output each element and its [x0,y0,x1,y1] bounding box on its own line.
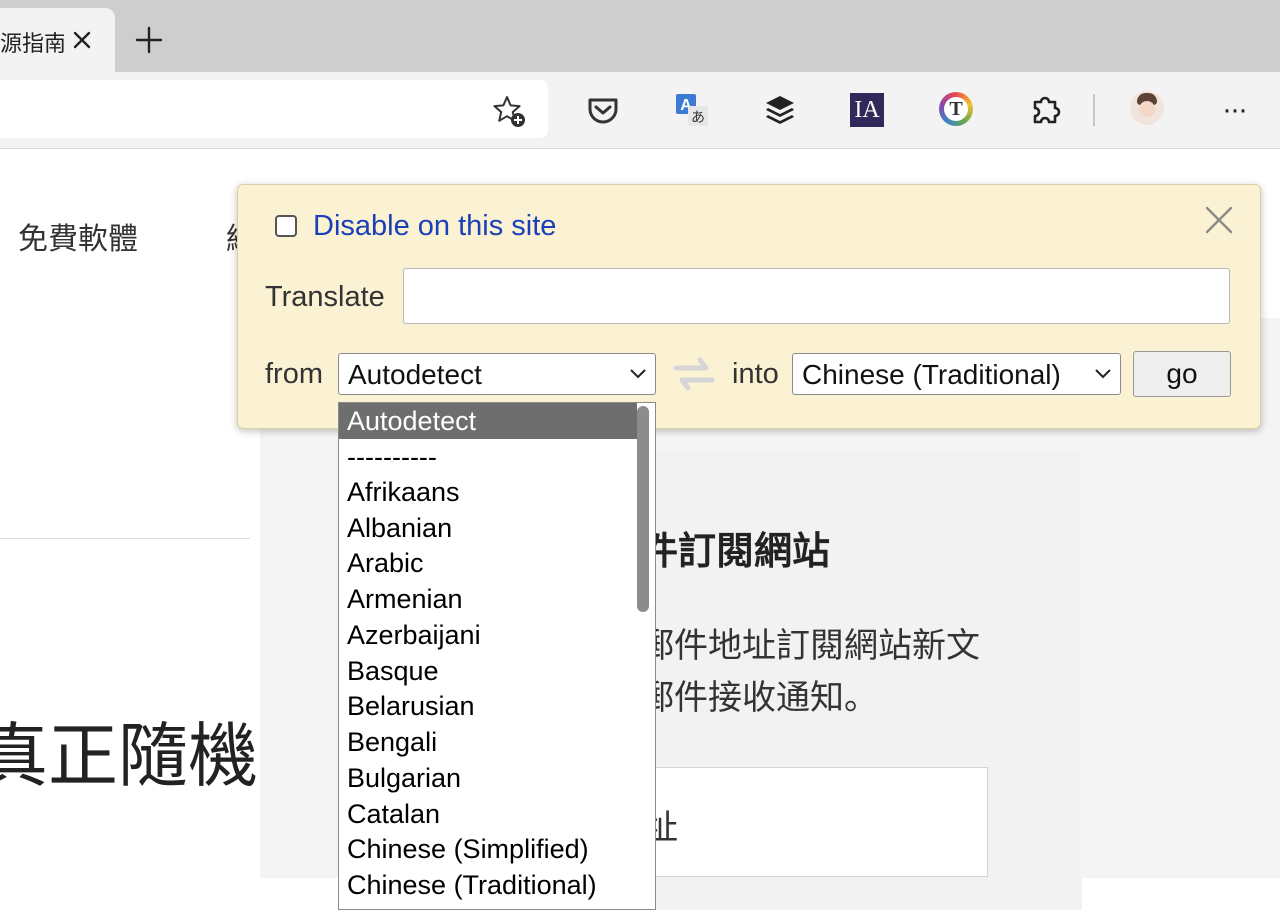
into-select-value: Chinese (Traditional) [802,359,1061,390]
article-heading: 真正隨機 [0,715,258,797]
widget-title: 件訂閱網站 [640,529,831,573]
widget-description: 郵件地址訂閱網站新文 郵件接收通知。 [640,620,980,724]
swap-languages-icon[interactable] [670,350,718,398]
divider [0,538,250,539]
into-language-select[interactable]: Chinese (Traditional) [792,353,1121,395]
dropdown-option[interactable]: Arabic [347,545,424,581]
from-language-select[interactable]: Autodetect [338,353,656,395]
chevron-down-icon [1095,369,1111,379]
dropdown-option-selected[interactable]: Autodetect [339,403,637,439]
dropdown-option[interactable]: Azerbaijani [347,617,481,653]
disable-on-site-link[interactable]: Disable on this site [313,210,556,243]
main-column [0,318,260,910]
dropdown-option[interactable]: ---------- [347,439,437,475]
close-tab-icon[interactable] [70,28,94,52]
extensions-icon[interactable] [1027,92,1063,128]
tab-title[interactable]: 源指南 [0,26,64,58]
dropdown-option[interactable]: Chinese (Simplified) [347,831,589,867]
t-circle-icon[interactable]: T [939,92,973,126]
dropdown-option[interactable]: Basque [347,653,439,689]
into-label: into [732,358,779,390]
widget-desc-line2: 郵件接收通知。 [640,678,878,718]
dropdown-option[interactable]: Belarusian [347,688,475,724]
translate-icon[interactable]: A あ [674,92,710,128]
avatar[interactable] [1130,91,1164,125]
nav-item-free-software[interactable]: 免費軟體 [18,214,138,258]
svg-text:あ: あ [691,110,705,126]
star-add-icon[interactable] [492,94,526,128]
more-icon[interactable]: ··· [1222,93,1248,127]
from-select-value: Autodetect [348,359,482,390]
translate-label: Translate [265,281,385,313]
tab-strip [0,0,1280,72]
pocket-icon[interactable] [585,92,621,128]
from-label: from [265,358,323,390]
dropdown-option-label: Autodetect [347,406,477,436]
dropdown-option[interactable]: Afrikaans [347,474,460,510]
address-bar[interactable] [0,80,548,138]
disable-site-checkbox[interactable] [275,215,297,237]
close-icon[interactable] [1203,204,1235,236]
dropdown-option[interactable]: Bulgarian [347,760,461,796]
toolbar-separator [1093,94,1095,126]
dropdown-option[interactable]: Catalan [347,796,440,832]
ia-icon[interactable]: IA [850,93,884,127]
buffer-icon[interactable] [762,92,798,128]
dropdown-option[interactable]: Armenian [347,581,463,617]
language-dropdown-list[interactable]: Autodetect ---------- Afrikaans Albanian… [338,402,656,910]
widget-desc-line1: 郵件地址訂閱網站新文 [640,626,980,666]
dropdown-scrollbar[interactable] [637,406,649,612]
chevron-down-icon [630,369,646,379]
dropdown-option[interactable]: Bengali [347,724,437,760]
translate-input[interactable] [403,268,1230,324]
t-letter: T [944,97,968,121]
dropdown-option[interactable]: Albanian [347,510,452,546]
new-tab-icon[interactable] [135,26,163,54]
go-button[interactable]: go [1133,351,1231,397]
dropdown-option[interactable]: Chinese (Traditional) [347,867,597,903]
avatar-face [1139,101,1155,117]
